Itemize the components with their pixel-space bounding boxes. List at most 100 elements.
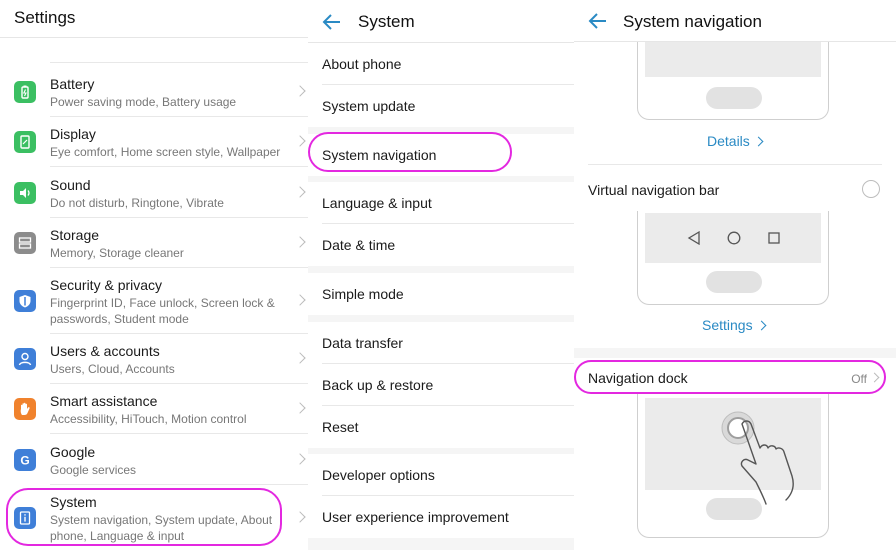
back-arrow-icon[interactable]	[588, 11, 608, 31]
chevron-right-icon	[294, 236, 306, 248]
menu-item-date-time[interactable]: Date & time	[308, 224, 574, 266]
divider	[50, 433, 308, 434]
settings-item-google[interactable]: G Google Google services	[0, 435, 308, 485]
display-icon	[14, 131, 36, 153]
settings-item-title: Battery	[50, 76, 95, 92]
chevron-right-icon	[756, 320, 767, 331]
settings-item-security-privacy[interactable]: Security & privacy Fingerprint ID, Face u…	[0, 268, 308, 334]
settings-item-subtitle: System navigation, System update, About …	[50, 513, 273, 543]
settings-item-storage[interactable]: Storage Memory, Storage cleaner	[0, 218, 308, 268]
user-icon	[14, 348, 36, 370]
page-title: System	[358, 12, 415, 31]
svg-text:G: G	[20, 454, 29, 468]
virtual-nav-radio[interactable]	[862, 180, 880, 198]
chevron-right-icon	[294, 511, 306, 523]
page-title: System navigation	[623, 12, 762, 31]
menu-item-label: System update	[322, 98, 416, 114]
page-title: Settings	[14, 8, 76, 27]
chevron-right-icon	[294, 402, 306, 414]
menu-group: Developer options User experience improve…	[308, 454, 574, 538]
section-gap	[574, 348, 896, 358]
settings-item-title: Smart assistance	[50, 393, 158, 409]
divider	[50, 166, 308, 167]
settings-item-battery[interactable]: Battery Power saving mode, Battery usage	[0, 67, 308, 117]
menu-item-label: Date & time	[322, 237, 396, 253]
menu-item-label: Developer options	[322, 467, 435, 483]
settings-item-title: Sound	[50, 177, 91, 193]
hand-icon	[14, 398, 36, 420]
menu-item-back-up-restore[interactable]: Back up & restore	[308, 364, 574, 406]
menu-item-user-experience-improvement[interactable]: User experience improvement	[308, 496, 574, 538]
menu-item-label: Language & input	[322, 195, 432, 211]
menu-item-simple-mode[interactable]: Simple mode	[308, 273, 574, 315]
menu-item-system-navigation[interactable]: System navigation	[308, 134, 574, 176]
chevron-right-icon	[294, 294, 306, 306]
settings-item-title: Users & accounts	[50, 343, 160, 359]
settings-item-subtitle: Do not disturb, Ringtone, Vibrate	[50, 196, 224, 210]
settings-link[interactable]: Settings	[702, 317, 767, 333]
settings-link-label: Settings	[702, 317, 753, 333]
settings-item-sound[interactable]: Sound Do not disturb, Ringtone, Vibrate	[0, 168, 308, 218]
menu-item-system-update[interactable]: System update	[308, 85, 574, 127]
chevron-right-icon	[294, 85, 306, 97]
settings-item-display[interactable]: Display Eye comfort, Home screen style, W…	[0, 117, 308, 167]
navigation-dock-label[interactable]: Navigation dock	[588, 370, 688, 386]
dock-preview	[637, 394, 829, 538]
hand-gesture-icon	[740, 420, 794, 505]
menu-item-about-phone[interactable]: About phone	[308, 43, 574, 85]
settings-item-title: Google	[50, 444, 96, 460]
menu-group: About phone System update	[308, 43, 574, 127]
navigation-panel: System navigation Details Virtual naviga…	[574, 0, 896, 550]
details-link-label: Details	[707, 133, 750, 149]
menu-item-label: Reset	[322, 419, 359, 435]
virtual-nav-preview	[637, 211, 829, 305]
menu-item-label: System navigation	[322, 147, 437, 163]
menu-group: System navigation	[308, 134, 574, 176]
menu-item-label: User experience improvement	[322, 509, 509, 525]
settings-item-title: System	[50, 494, 97, 510]
menu-group: Simple mode	[308, 273, 574, 315]
menu-item-data-transfer[interactable]: Data transfer	[308, 322, 574, 364]
preview-home-button	[706, 498, 762, 520]
settings-item-subtitle: Eye comfort, Home screen style, Wallpape…	[50, 145, 281, 159]
divider	[50, 62, 308, 63]
menu-item-label: Simple mode	[322, 286, 404, 302]
nav-back-icon	[687, 231, 700, 245]
settings-item-subtitle: Fingerprint ID, Face unlock, Screen lock…	[50, 296, 275, 326]
menu-group: Data transfer Back up & restore Reset	[308, 322, 574, 448]
menu-item-language-input[interactable]: Language & input	[308, 182, 574, 224]
settings-item-subtitle: Users, Cloud, Accounts	[50, 362, 175, 376]
storage-icon	[14, 232, 36, 254]
settings-item-subtitle: Accessibility, HiTouch, Motion control	[50, 412, 247, 426]
nav-home-icon	[727, 231, 741, 245]
settings-item-subtitle: Memory, Storage cleaner	[50, 246, 184, 260]
system-header: System	[308, 0, 574, 43]
divider	[588, 164, 882, 165]
google-icon: G	[14, 449, 36, 471]
settings-header: Settings	[0, 0, 308, 38]
chevron-right-icon	[869, 372, 880, 383]
settings-item-users-accounts[interactable]: Users & accounts Users, Cloud, Accounts	[0, 334, 308, 384]
navigation-dock-status: Off	[851, 372, 867, 386]
preview-home-button	[706, 87, 762, 109]
chevron-right-icon	[294, 186, 306, 198]
details-link[interactable]: Details	[707, 133, 764, 149]
system-info-icon	[14, 507, 36, 529]
preview-home-button	[706, 271, 762, 293]
settings-item-title: Security & privacy	[50, 277, 163, 293]
menu-item-label: Data transfer	[322, 335, 403, 351]
settings-item-smart-assistance[interactable]: Smart assistance Accessibility, HiTouch, …	[0, 384, 308, 434]
menu-item-reset[interactable]: Reset	[308, 406, 574, 448]
shield-icon	[14, 290, 36, 312]
chevron-right-icon	[753, 136, 764, 147]
settings-panel: AppsPermissions, Default apps, App twinB…	[0, 0, 308, 550]
navigation-header: System navigation	[574, 0, 896, 42]
chevron-right-icon	[294, 453, 306, 465]
settings-item-title: Display	[50, 126, 96, 142]
menu-group: Language & input Date & time	[308, 182, 574, 266]
menu-item-label: Back up & restore	[322, 377, 434, 393]
nav-recents-icon	[768, 232, 780, 244]
back-arrow-icon[interactable]	[322, 12, 342, 32]
settings-item-system[interactable]: System System navigation, System update, …	[0, 485, 308, 549]
menu-item-developer-options[interactable]: Developer options	[308, 454, 574, 496]
